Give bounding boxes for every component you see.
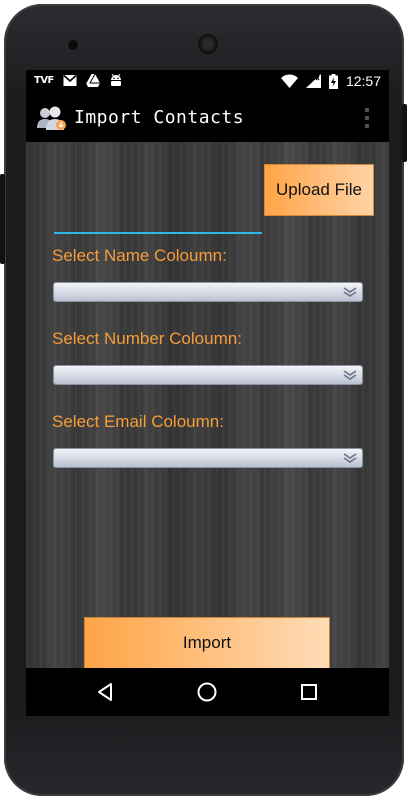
number-column-select[interactable] (53, 365, 363, 385)
signal-icon (305, 74, 321, 88)
chevron-down-icon (343, 287, 357, 297)
phone-frame: TVF 12:57 Import Contacts Upload File Se… (0, 4, 407, 796)
light-sensor (340, 42, 346, 48)
name-column-select[interactable] (53, 282, 363, 302)
tvf-icon: TVF (34, 75, 54, 86)
screen: TVF 12:57 Import Contacts Upload File Se… (26, 70, 389, 716)
main-content: Upload File Select Name Coloumn: Select … (26, 142, 389, 669)
navigation-bar (26, 668, 389, 716)
status-time: 12:57 (345, 73, 381, 89)
front-camera (68, 40, 78, 50)
android-icon (110, 74, 121, 86)
overflow-menu-icon[interactable] (365, 108, 369, 128)
wifi-icon (280, 74, 298, 88)
page-title: Import Contacts (74, 107, 245, 128)
file-path-input[interactable] (54, 208, 262, 234)
contacts-icon (37, 106, 66, 130)
earpiece-speaker (198, 34, 218, 54)
battery-charging-icon (328, 73, 338, 89)
email-column-select[interactable] (53, 448, 363, 468)
email-column-label: Select Email Coloumn: (52, 412, 224, 431)
proximity-sensor (328, 42, 334, 48)
back-icon[interactable] (94, 680, 118, 704)
chevron-down-icon (343, 370, 357, 380)
number-column-label: Select Number Coloumn: (52, 329, 242, 348)
gmail-icon (63, 74, 77, 86)
action-bar: Import Contacts (26, 94, 389, 142)
upload-file-button[interactable]: Upload File (264, 164, 374, 216)
drive-icon (85, 74, 100, 87)
import-button[interactable]: Import (84, 617, 330, 669)
recents-icon[interactable] (297, 680, 321, 704)
status-bar: TVF 12:57 (26, 70, 389, 94)
volume-button (0, 174, 5, 264)
name-column-label: Select Name Coloumn: (52, 246, 227, 265)
chevron-down-icon (343, 453, 357, 463)
home-icon[interactable] (195, 680, 219, 704)
power-button (402, 104, 407, 162)
